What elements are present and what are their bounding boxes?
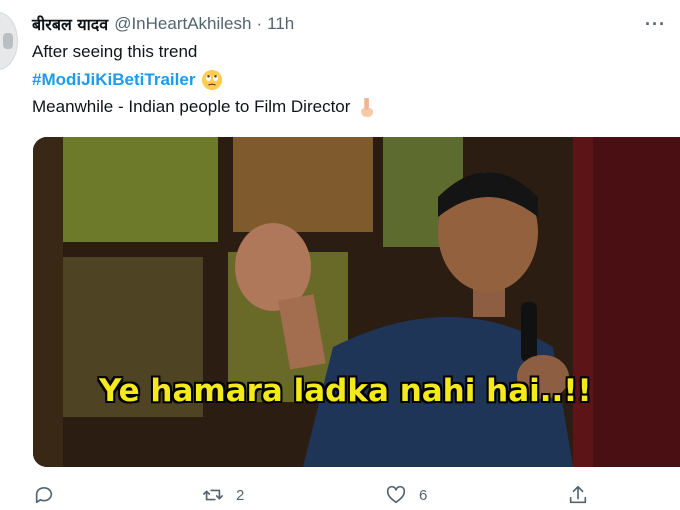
tweet-media[interactable]: Ye hamara ladka nahi hai..!! [33,137,680,467]
like-button[interactable]: 6 [385,484,427,506]
tweet-text-line: Meanwhile - Indian people to Film Direct… [32,96,378,118]
media-caption: Ye hamara ladka nahi hai..!! [99,373,592,409]
timestamp[interactable]: 11h [267,14,294,34]
avatar[interactable] [0,12,18,70]
retweet-icon [203,489,223,501]
separator: · [256,14,263,33]
tweet-text: After seeing this trend [32,42,198,61]
tweet-actions: 2 6 [0,484,680,510]
like-icon [386,485,406,504]
media-image [33,137,680,467]
tweet-hashtag-line: #ModiJiKiBetiTrailer [32,69,223,91]
hashtag-link[interactable]: #ModiJiKiBetiTrailer [32,70,195,90]
share-icon [569,485,587,504]
reply-button[interactable] [33,484,67,506]
pointing-down-emoji-icon [361,98,374,117]
tweet-header: बीरबल यादव @InHeartAkhilesh · 11h [32,12,294,36]
tweet-text: Meanwhile - Indian people to Film Direct… [32,97,351,116]
like-count: 6 [419,486,428,504]
more-icon[interactable]: ··· [645,14,666,35]
share-button[interactable] [567,484,589,506]
retweet-count: 2 [236,486,245,504]
retweet-button[interactable]: 2 [202,484,244,506]
author-handle[interactable]: @InHeartAkhilesh [114,14,251,34]
author-name[interactable]: बीरबल यादव [32,13,108,35]
reply-icon [35,486,53,504]
rolling-eyes-emoji-icon [202,70,223,90]
tweet-text-line: After seeing this trend [32,42,197,62]
